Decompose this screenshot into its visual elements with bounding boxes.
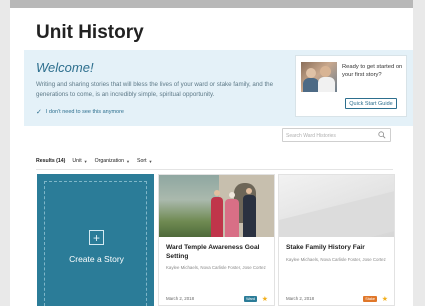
check-icon: ✓	[36, 109, 42, 116]
quick-start-guide-button[interactable]: Quick Start Guide	[345, 98, 397, 109]
story-title[interactable]: Stake Family History Fair	[286, 243, 390, 252]
story-authors: Kaylee Michaels, Nova Carlisle Foster, J…	[286, 257, 386, 262]
welcome-text: Writing and sharing stories that will bl…	[36, 81, 274, 98]
star-icon[interactable]: ★	[382, 296, 388, 303]
quick-start-text: Ready to get started on your first story…	[342, 64, 403, 78]
welcome-banner: Welcome! Writing and sharing stories tha…	[24, 50, 413, 126]
plus-icon: +	[89, 230, 104, 245]
dismiss-welcome-label: I don't need to see this anymore	[45, 109, 124, 115]
story-image	[159, 175, 274, 237]
create-story-label: Create a Story	[69, 254, 124, 264]
window-right-border	[413, 0, 425, 306]
filter-divider	[36, 169, 393, 170]
unit-type-badge: Ward	[244, 296, 257, 302]
search-icon[interactable]	[378, 131, 386, 139]
window-left-border	[0, 0, 10, 306]
search-input[interactable]	[286, 131, 374, 140]
unit-type-badge: Stake	[363, 296, 377, 302]
chevron-down-icon: ▼	[126, 158, 130, 164]
story-date: March 2, 2018	[166, 296, 195, 301]
sort-dropdown[interactable]: Sort ▼	[137, 158, 152, 164]
story-card[interactable]: Ward Temple Awareness Goal Setting Kayle…	[158, 174, 275, 306]
welcome-heading: Welcome!	[36, 60, 94, 75]
story-card[interactable]: Stake Family History Fair Kaylee Michael…	[278, 174, 395, 306]
window-top-bar	[0, 0, 425, 8]
filter-bar: Results (14) Unit ▼ Organization ▼ Sort …	[36, 158, 152, 164]
story-date: March 2, 2018	[286, 296, 315, 301]
chevron-down-icon: ▼	[83, 158, 88, 164]
chevron-down-icon: ▼	[148, 158, 153, 164]
results-count: Results (14)	[36, 158, 66, 164]
sort-label: Sort	[137, 158, 147, 164]
story-image-placeholder	[279, 175, 394, 237]
unit-filter-label: Unit	[72, 158, 82, 164]
organization-filter-label: Organization	[94, 158, 125, 164]
organization-filter-dropdown[interactable]: Organization ▼	[95, 158, 130, 164]
quick-start-photo	[301, 62, 337, 92]
search-box	[282, 128, 391, 142]
create-story-dropzone: + Create a Story	[44, 181, 147, 306]
quick-start-card: Ready to get started on your first story…	[295, 55, 407, 117]
unit-filter-dropdown[interactable]: Unit ▼	[72, 158, 87, 164]
story-title[interactable]: Ward Temple Awareness Goal Setting	[166, 243, 270, 261]
create-story-card[interactable]: + Create a Story	[37, 174, 154, 306]
page-title: Unit History	[36, 22, 144, 43]
dismiss-welcome-link[interactable]: ✓ I don't need to see this anymore	[36, 108, 124, 116]
star-icon[interactable]: ★	[262, 296, 268, 303]
page-content: Unit History Welcome! Writing and sharin…	[10, 8, 413, 306]
story-authors: Kaylee Michaels, Nova Carlisle Foster, J…	[166, 265, 266, 270]
